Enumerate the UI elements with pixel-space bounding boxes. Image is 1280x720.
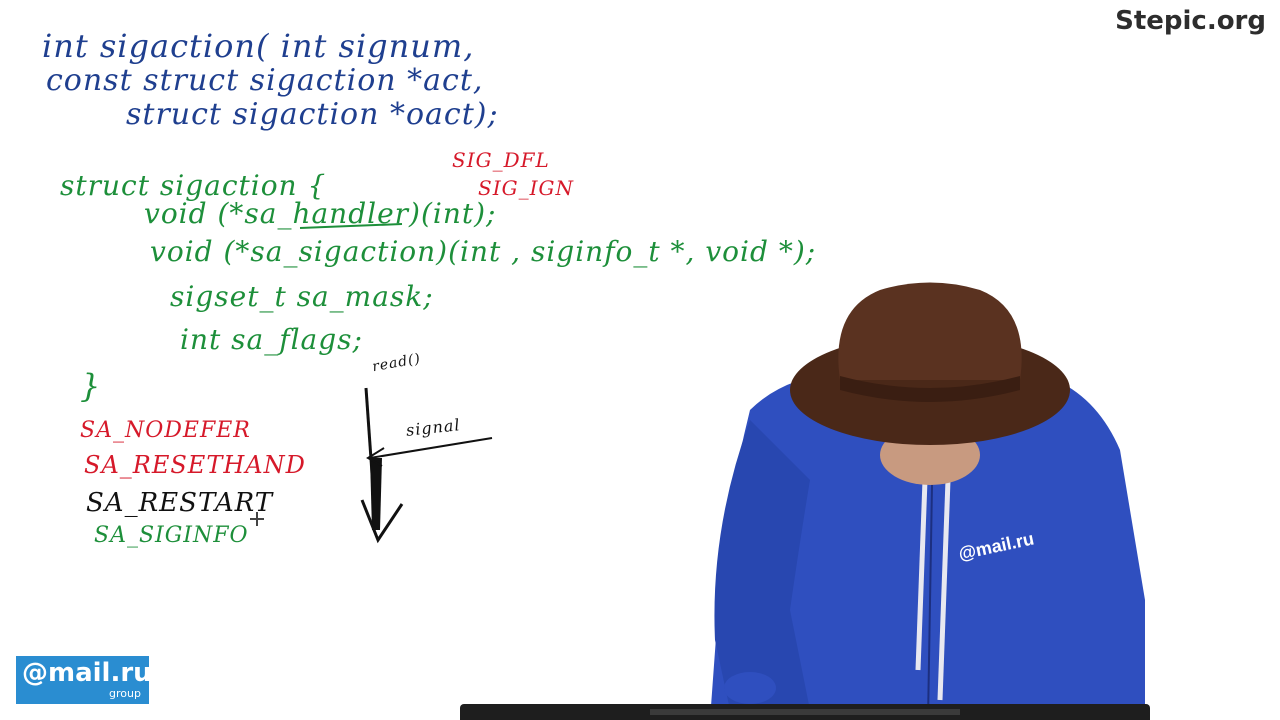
laptop-edge — [460, 704, 1150, 720]
struct-sa-sigaction: void (*sa_sigaction)(int , siginfo_t *, … — [150, 235, 817, 268]
presenter-figure: @mail.ru — [710, 282, 1145, 720]
struct-open: struct sigaction { — [60, 169, 327, 202]
sig-dfl-label: SIG_DFL — [452, 148, 550, 172]
logo-main-text: @mail.ru — [22, 658, 152, 688]
crosshair-cursor-icon — [250, 512, 264, 526]
sig-ign-label: SIG_IGN — [478, 176, 574, 200]
prototype-line-2: const struct sigaction *act, — [46, 63, 484, 98]
read-vertical-line — [364, 387, 378, 531]
prototype-line-1: int sigaction( int signum, — [42, 27, 475, 65]
signal-arrowhead — [366, 447, 385, 467]
prototype-line-3: struct sigaction *oact); — [126, 97, 499, 132]
signal-arrow-line — [369, 437, 493, 459]
read-label: read() — [370, 350, 423, 376]
struct-sa-flags: int sa_flags; — [180, 323, 363, 356]
flag-sa-restart: SA_RESTART — [86, 488, 274, 518]
logo-sub-text: group — [109, 687, 141, 700]
flag-sa-siginfo: SA_SIGINFO — [94, 523, 249, 548]
stepic-watermark: Stepic.org — [1115, 6, 1266, 36]
read-thick-arrow — [370, 458, 382, 530]
laptop-hinge — [650, 709, 960, 715]
mailru-group-logo: @mail.ru group — [16, 656, 152, 704]
flag-sa-resethand: SA_RESETHAND — [84, 451, 306, 479]
signal-label: signal — [405, 415, 462, 440]
hat-crown — [838, 282, 1022, 380]
struct-sa-handler: void (*sa_handler)(int); — [144, 197, 497, 230]
flag-sa-nodefer: SA_NODEFER — [80, 418, 251, 443]
struct-close: } — [80, 367, 102, 405]
struct-sa-mask: sigset_t sa_mask; — [170, 280, 434, 313]
presenter-hand — [724, 672, 776, 704]
read-arrowhead — [360, 499, 404, 544]
